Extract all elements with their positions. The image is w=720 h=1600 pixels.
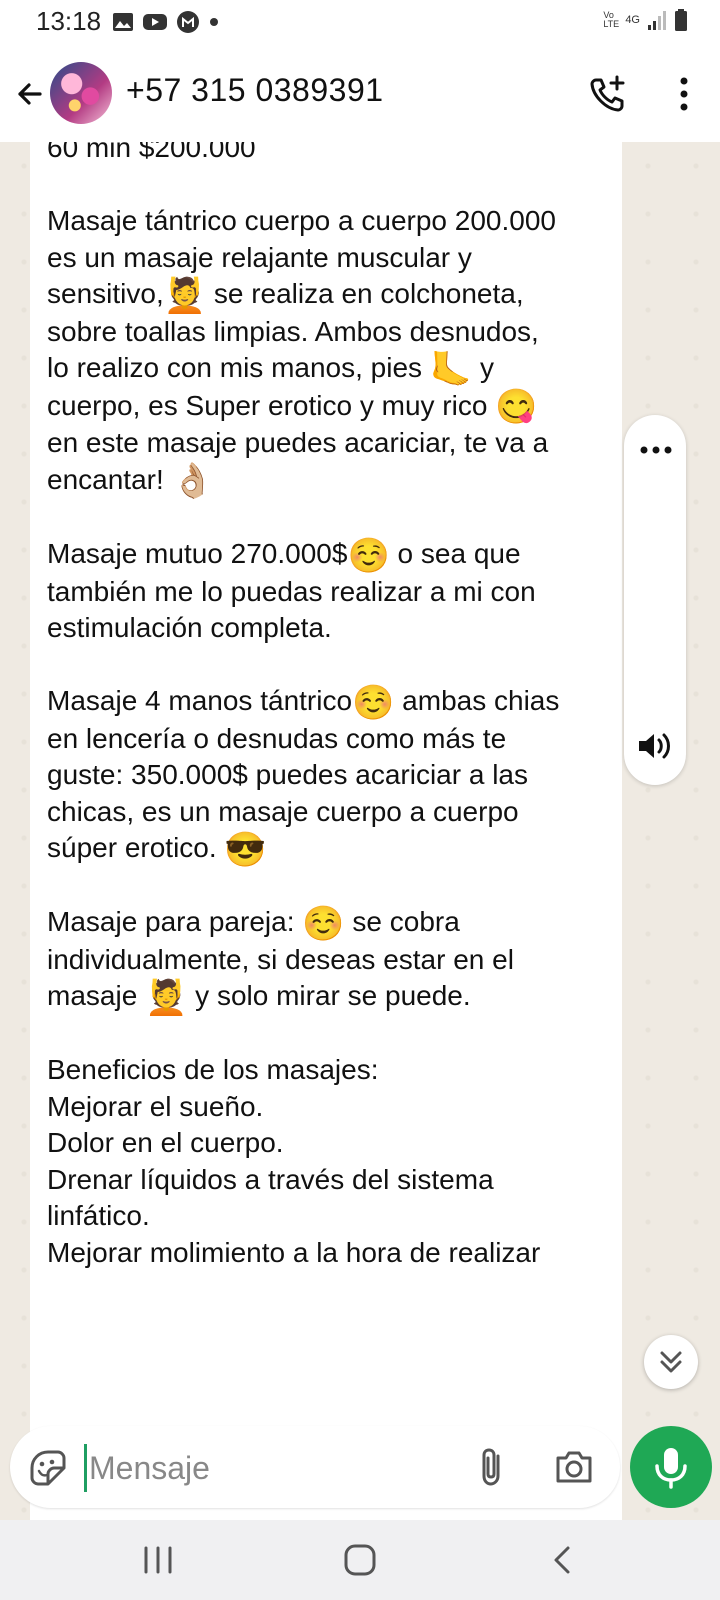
message-line: cuerpo, es Super erotico y muy rico 😋 bbox=[47, 388, 607, 427]
yum-emoji-icon: 😋 bbox=[495, 388, 538, 427]
message-line: guste: 350.000$ puedes acariciar a las bbox=[47, 759, 528, 791]
massage-emoji-icon: 💆 bbox=[163, 276, 207, 315]
mic-button[interactable] bbox=[630, 1426, 712, 1508]
attach-icon[interactable] bbox=[476, 1446, 510, 1488]
message-line: Masaje 4 manos tántrico☺️ ambas chias bbox=[47, 683, 607, 721]
message-line: Dolor en el cuerpo. bbox=[47, 1127, 284, 1159]
sunglasses-emoji-icon: 😎 bbox=[224, 830, 267, 869]
add-call-icon[interactable] bbox=[586, 72, 630, 116]
camera-icon[interactable] bbox=[554, 1448, 594, 1486]
message-line: 60 min $200.000 bbox=[47, 142, 256, 163]
message-line: Drenar líquidos a través del sistema bbox=[47, 1163, 494, 1195]
signal-icon bbox=[648, 11, 666, 30]
notification-icons bbox=[112, 10, 220, 34]
message-line: Masaje para pareja: ☺️ se cobra bbox=[47, 904, 607, 942]
speaker-icon[interactable] bbox=[636, 730, 674, 762]
message-line: Masaje mutuo 270.000$☺️ o sea que bbox=[47, 536, 607, 574]
message-line: también me lo puedas realizar a mi con bbox=[47, 575, 536, 607]
mic-icon bbox=[655, 1448, 687, 1489]
dot-icon bbox=[210, 18, 218, 26]
massage-emoji-icon: 💆 bbox=[145, 978, 188, 1017]
message-fragment: súper erotico. bbox=[47, 832, 225, 864]
message-fragment: se cobra bbox=[344, 906, 460, 938]
more-vert-icon[interactable] bbox=[664, 72, 704, 116]
message-composer[interactable] bbox=[10, 1426, 620, 1508]
back-icon[interactable] bbox=[548, 1540, 578, 1580]
message-fragment: sensitivo, bbox=[47, 278, 164, 309]
message-line: individualmente, si deseas estar en el bbox=[47, 943, 514, 975]
scroll-to-bottom-button[interactable] bbox=[644, 1335, 698, 1389]
back-arrow-icon[interactable] bbox=[12, 74, 52, 114]
message-fragment: cuerpo, es Super erotico y muy rico bbox=[47, 389, 496, 421]
double-chevron-down-icon bbox=[660, 1351, 682, 1373]
message-line: Mejorar molimiento a la hora de realizar bbox=[47, 1236, 541, 1268]
volte-label: Vo LTE bbox=[603, 10, 620, 29]
youtube-icon bbox=[143, 14, 167, 30]
message-fragment: Masaje mutuo 270.000$ bbox=[47, 537, 348, 569]
message-line: lo realizo con mis manos, pies 🦶 y bbox=[47, 350, 607, 388]
status-bar: 13:18 Vo LTE 4G bbox=[0, 0, 720, 46]
image-icon bbox=[113, 13, 133, 31]
message-line: es un masaje relajante muscular y bbox=[47, 241, 472, 273]
message-fragment: y solo mirar se puede. bbox=[187, 980, 471, 1012]
network-type-label: 4G bbox=[625, 14, 640, 26]
ok-hand-emoji-icon: 👌🏼 bbox=[171, 462, 214, 501]
sticker-icon[interactable] bbox=[28, 1448, 68, 1488]
message-line: chicas, es un masaje cuerpo a cuerpo bbox=[47, 795, 519, 827]
message-fragment: Masaje 4 manos tántrico bbox=[47, 685, 353, 717]
recent-apps-icon[interactable] bbox=[140, 1542, 176, 1578]
message-line: en este masaje puedes acariciar, te va a bbox=[47, 427, 549, 459]
message-line: linfático. bbox=[47, 1200, 150, 1232]
foot-emoji-icon: 🦶 bbox=[429, 350, 473, 389]
message-fragment: y bbox=[472, 352, 494, 384]
app-icon bbox=[177, 11, 199, 33]
message-line: Beneficios de los masajes: bbox=[47, 1054, 379, 1086]
message-line: sensitivo,💆 se realiza en colchoneta, bbox=[47, 276, 607, 314]
message-line: Masaje tántrico cuerpo a cuerpo 200.000 bbox=[47, 205, 556, 236]
message-input[interactable] bbox=[84, 1444, 471, 1492]
status-time: 13:18 bbox=[36, 6, 102, 36]
message-fragment: encantar! bbox=[47, 463, 172, 495]
contact-name[interactable]: +57 315 0389391 bbox=[126, 72, 384, 109]
smiling-emoji-icon: ☺️ bbox=[352, 683, 395, 722]
home-icon[interactable] bbox=[340, 1540, 380, 1580]
system-nav-bar bbox=[0, 1520, 720, 1600]
message-fragment: o sea que bbox=[389, 537, 521, 569]
message-line: masaje 💆 y solo mirar se puede. bbox=[47, 978, 607, 1016]
message-fragment: masaje bbox=[47, 980, 146, 1012]
chat-area[interactable]: 60 min $200.000 Masaje tántrico cuerpo a… bbox=[0, 142, 720, 1520]
message-text: 60 min $200.000 Masaje tántrico cuerpo a… bbox=[47, 142, 607, 1271]
message-line: encantar! 👌🏼 bbox=[47, 462, 607, 501]
message-line: sobre toallas limpias. Ambos desnudos, bbox=[47, 315, 539, 347]
smiling-emoji-icon: ☺️ bbox=[302, 904, 345, 943]
message-fragment: ambas chias bbox=[394, 685, 560, 717]
message-line: súper erotico. 😎 bbox=[47, 830, 607, 868]
system-icons: Vo LTE 4G bbox=[603, 8, 688, 32]
chat-header: +57 315 0389391 bbox=[0, 46, 720, 143]
smiling-emoji-icon: ☺️ bbox=[347, 536, 390, 575]
message-line: estimulación completa. bbox=[47, 612, 332, 644]
floating-panel[interactable] bbox=[624, 415, 686, 785]
more-horiz-icon[interactable] bbox=[639, 445, 673, 455]
avatar[interactable] bbox=[50, 62, 112, 124]
message-fragment: lo realizo con mis manos, pies bbox=[47, 352, 430, 384]
message-line: en lencería o desnudas como más te bbox=[47, 722, 507, 754]
message-fragment: se realiza en colchoneta, bbox=[206, 278, 524, 309]
message-fragment: Masaje para pareja: bbox=[47, 906, 303, 938]
composer-bar bbox=[0, 1420, 720, 1520]
message-line: Mejorar el sueño. bbox=[47, 1090, 264, 1122]
battery-icon bbox=[675, 9, 687, 31]
